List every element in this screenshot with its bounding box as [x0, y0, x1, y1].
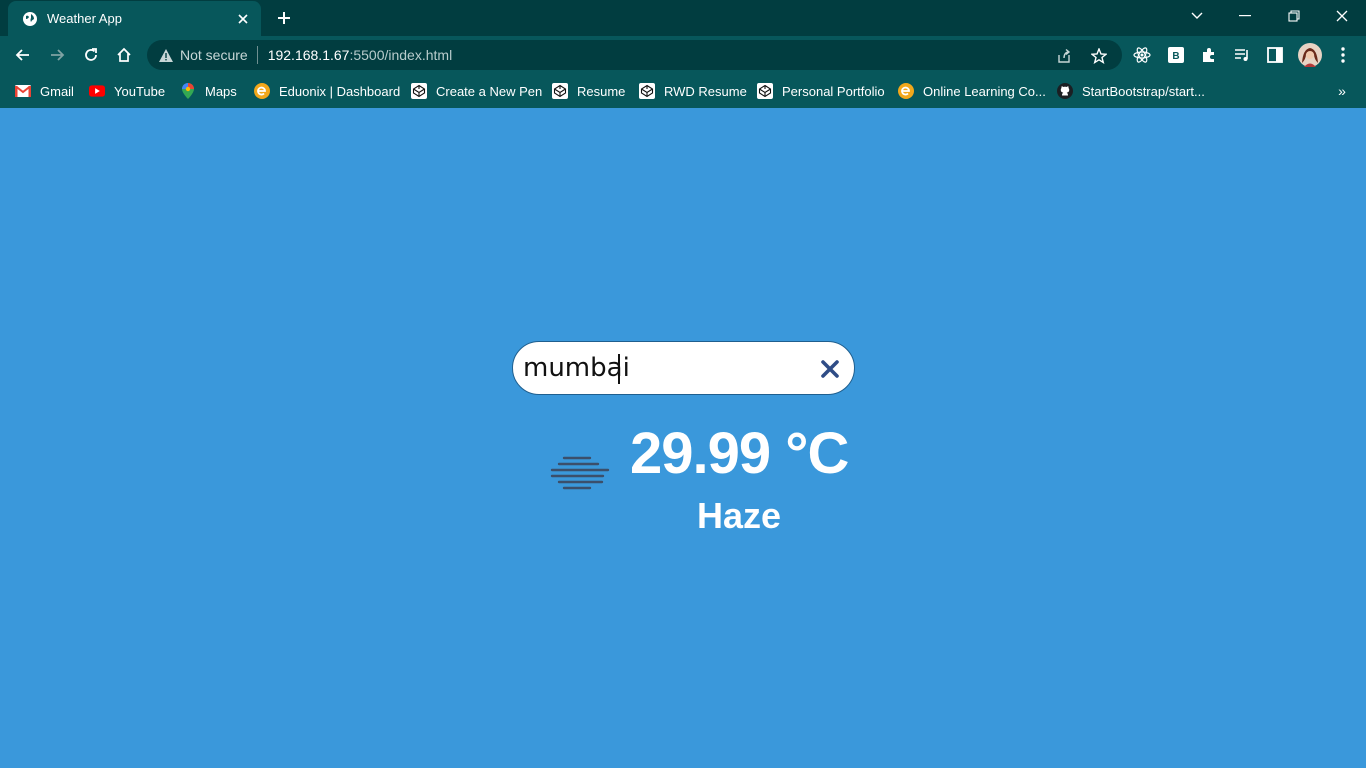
city-search-box: [512, 341, 855, 395]
bookmark-rwd-resume[interactable]: RWD Resume: [639, 80, 747, 102]
maps-icon: [180, 83, 196, 99]
bookmark-startbootstrap[interactable]: StartBootstrap/start...: [1057, 80, 1205, 102]
youtube-icon: [89, 83, 105, 99]
bootstrap-extension-icon[interactable]: B: [1164, 43, 1188, 67]
bookmark-eduonix-dashboard[interactable]: Eduonix | Dashboard: [254, 80, 400, 102]
browser-menu-icon[interactable]: [1331, 43, 1355, 67]
browser-toolbar: Not secure 192.168.1.67:5500/index.html …: [0, 36, 1366, 74]
back-button[interactable]: [9, 41, 37, 69]
bookmark-star-icon[interactable]: [1088, 45, 1110, 67]
address-bar[interactable]: Not secure 192.168.1.67:5500/index.html: [147, 40, 1122, 70]
tab-title: Weather App: [47, 11, 122, 26]
bookmark-label: RWD Resume: [664, 83, 747, 99]
extensions-puzzle-icon[interactable]: [1197, 43, 1221, 67]
home-button[interactable]: [110, 41, 138, 69]
weather-description: Haze: [697, 495, 782, 536]
codepen-icon: [757, 83, 773, 99]
haze-icon: [548, 453, 610, 493]
bookmarks-bar: Gmail YouTube Maps Eduonix | Dashboard C…: [0, 74, 1366, 108]
media-control-icon[interactable]: [1230, 43, 1254, 67]
bookmark-label: StartBootstrap/start...: [1082, 83, 1205, 99]
tab-search-icon[interactable]: [1183, 4, 1211, 28]
bookmarks-overflow-button[interactable]: »: [1332, 80, 1352, 102]
react-devtools-icon[interactable]: [1130, 43, 1154, 67]
close-window-icon[interactable]: [1328, 4, 1356, 28]
bookmark-label: Resume: [577, 83, 626, 99]
forward-button[interactable]: [43, 41, 71, 69]
bookmark-gmail[interactable]: Gmail: [15, 80, 74, 102]
tab-close-icon[interactable]: [233, 9, 253, 29]
url-host: 192.168.1.67: [267, 47, 350, 63]
url-path: :5500/index.html: [349, 47, 453, 63]
share-icon[interactable]: [1053, 45, 1075, 67]
bookmark-label: YouTube: [114, 83, 166, 99]
close-icon: [821, 360, 839, 378]
svg-text:B: B: [1172, 51, 1179, 62]
bookmark-label: Personal Portfolio: [782, 83, 885, 99]
bookmark-online-learning[interactable]: Online Learning Co...: [898, 80, 1046, 102]
bookmark-label: Create a New Pen: [436, 83, 543, 99]
weather-app-page: 29.99 °C Haze: [0, 108, 1366, 768]
profile-avatar[interactable]: [1298, 43, 1322, 67]
bookmark-label: Online Learning Co...: [923, 83, 1046, 99]
bookmark-label: Maps: [205, 83, 237, 99]
bookmark-label: Gmail: [40, 83, 74, 99]
codepen-icon: [411, 83, 427, 99]
warning-icon: [159, 48, 173, 62]
github-icon: [1057, 83, 1073, 99]
gmail-icon: [15, 83, 31, 99]
bookmark-resume[interactable]: Resume: [552, 80, 625, 102]
bookmark-personal-portfolio[interactable]: Personal Portfolio: [757, 80, 885, 102]
bookmark-create-new-pen[interactable]: Create a New Pen: [411, 80, 542, 102]
url-text[interactable]: 192.168.1.67:5500/index.html: [268, 47, 452, 63]
bookmark-label: Eduonix | Dashboard: [279, 83, 401, 99]
new-tab-button[interactable]: [272, 6, 296, 30]
eduonix-icon: [254, 83, 270, 99]
side-panel-icon[interactable]: [1263, 43, 1287, 67]
bookmark-youtube[interactable]: YouTube: [89, 80, 165, 102]
minimize-icon[interactable]: [1231, 4, 1259, 28]
tab-strip: Weather App: [0, 0, 1366, 36]
address-divider: [256, 46, 258, 64]
security-indicator[interactable]: Not secure: [159, 47, 248, 63]
globe-icon: [22, 11, 38, 27]
security-label: Not secure: [180, 47, 248, 63]
city-search-input[interactable]: [523, 350, 803, 386]
eduonix-icon: [898, 83, 914, 99]
bookmark-maps[interactable]: Maps: [180, 80, 237, 102]
clear-search-button[interactable]: [817, 356, 843, 382]
restore-icon[interactable]: [1280, 4, 1308, 28]
temperature-display: 29.99 °C: [630, 421, 849, 486]
text-caret: [618, 354, 620, 384]
browser-tab[interactable]: Weather App: [8, 1, 261, 36]
reload-button[interactable]: [77, 41, 105, 69]
codepen-icon: [639, 83, 655, 99]
codepen-icon: [552, 83, 568, 99]
